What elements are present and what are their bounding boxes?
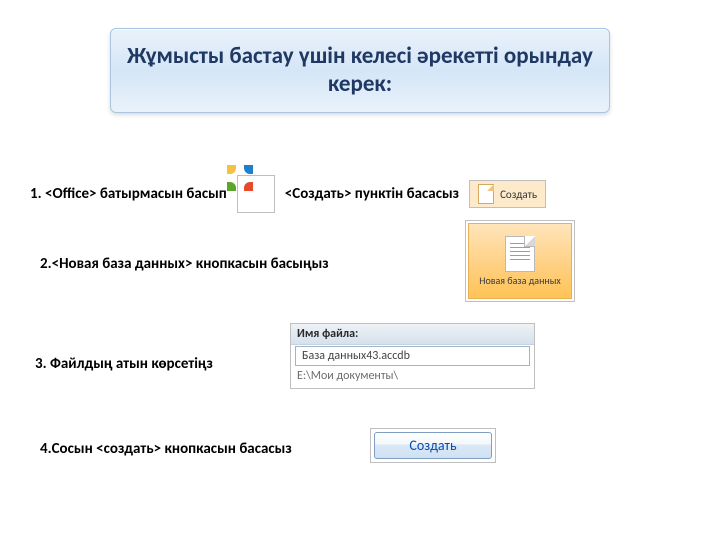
step-4: 4.Сосын <создать> кнопкасын басасыз (40, 440, 292, 458)
database-document-icon (505, 236, 535, 272)
filename-path: E:\Мои документы\ (291, 369, 534, 388)
menu-create[interactable]: Создать (469, 180, 546, 208)
step-1-text-b: <Создать> пунктін басасыз (285, 185, 459, 203)
step-2-text: 2.<Новая база данных> кнопкасын басыңыз (40, 255, 329, 273)
filename-panel: Имя файла: База данных43.accdb E:\Мои до… (290, 323, 535, 389)
menu-create-label: Создать (500, 188, 537, 201)
step-1-text-a: 1. <Office> батырмасын басып (30, 185, 227, 203)
create-button-frame: Создать (370, 428, 496, 463)
new-document-icon (478, 184, 494, 204)
step-3: 3. Файлдың атын көрсетіңз (35, 355, 213, 373)
slide: Жұмысты бастау үшін келесі әрекетті орын… (0, 0, 720, 540)
new-database-button-label: Новая база данных (479, 276, 561, 287)
office-button[interactable] (237, 175, 275, 213)
filename-input[interactable]: База данных43.accdb (295, 346, 530, 366)
step-1: 1. <Office> батырмасын басып <Создать> п… (30, 175, 546, 213)
create-button[interactable]: Создать (374, 432, 492, 459)
title: Жұмысты бастау үшін келесі әрекетті орын… (110, 28, 610, 113)
filename-header: Имя файла: (291, 324, 534, 345)
new-database-button[interactable]: Новая база данных (465, 220, 575, 302)
step-4-text: 4.Сосын <создать> кнопкасын басасыз (40, 440, 292, 458)
step-2: 2.<Новая база данных> кнопкасын басыңыз (40, 255, 329, 273)
step-3-text: 3. Файлдың атын көрсетіңз (35, 355, 213, 373)
